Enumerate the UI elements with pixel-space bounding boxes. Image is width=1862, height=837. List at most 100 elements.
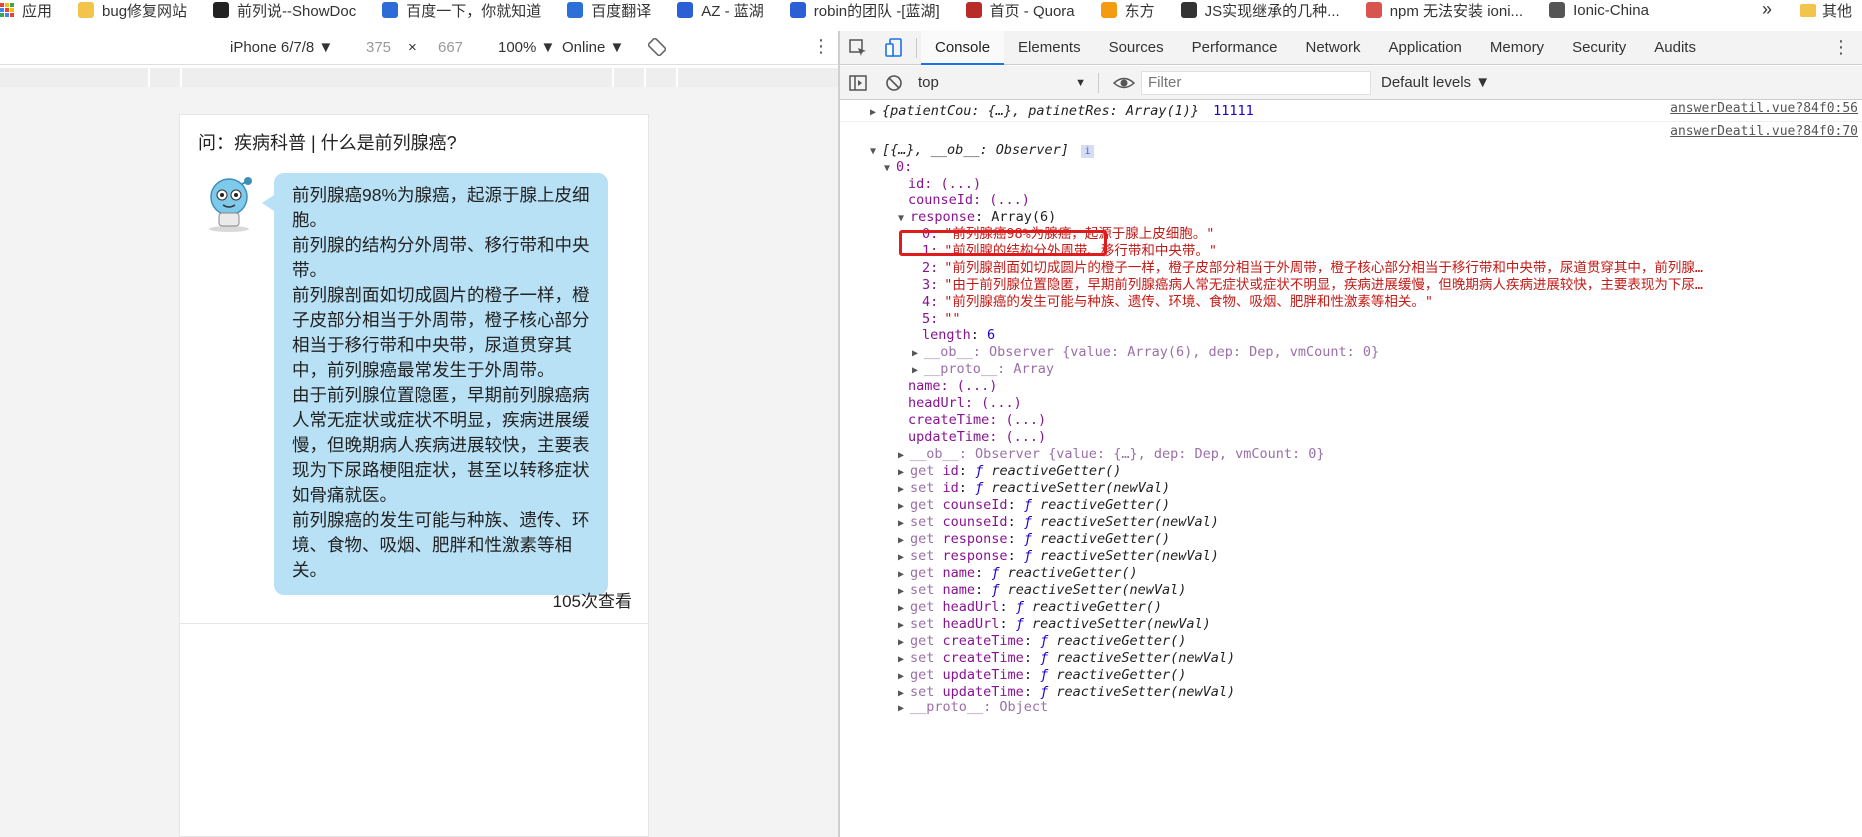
item-string: "前列腺剖面如切成圆片的橙子一样，橙子皮部分相当于外周带，橙子核心部分相当于移行… bbox=[944, 260, 1704, 276]
array-item: 4: "前列腺癌的发生可能与种族、遗传、环境、食物、吸烟、肥胖和性激素等相关。" bbox=[922, 292, 1433, 312]
prop-response-value: : Array(6) bbox=[975, 209, 1057, 225]
bookmark-other-folder[interactable]: 其他 bbox=[1800, 0, 1852, 20]
log-levels-select[interactable]: Default levels ▼ bbox=[1381, 74, 1490, 91]
expand-triangle-icon[interactable]: ▶ bbox=[870, 103, 882, 123]
bookmark-item[interactable]: 首页 - Quora bbox=[965, 0, 1075, 20]
source-link[interactable]: answerDeatil.vue?84f0:70 bbox=[1670, 124, 1858, 139]
bookmark-label: robin的团队 -[蓝湖] bbox=[813, 2, 940, 20]
devtools-menu-icon[interactable]: ⋮ bbox=[1832, 37, 1850, 58]
tab-application[interactable]: Application bbox=[1375, 31, 1476, 65]
more-options-icon[interactable]: ⋮ bbox=[812, 37, 830, 55]
lanhu-icon bbox=[677, 2, 694, 18]
device-select[interactable]: iPhone 6/7/8 ▼ bbox=[230, 39, 333, 56]
live-expression-eye-icon[interactable] bbox=[1112, 73, 1136, 93]
bookmark-label: 应用 bbox=[22, 2, 53, 20]
tab-performance[interactable]: Performance bbox=[1178, 31, 1292, 65]
bookmark-item[interactable]: 应用 bbox=[0, 0, 52, 20]
collapse-triangle-icon[interactable]: ▼ bbox=[898, 209, 910, 229]
accessor-fn: reactiveGetter() bbox=[1056, 633, 1187, 649]
tab-memory[interactable]: Memory bbox=[1476, 31, 1558, 65]
bookmark-item[interactable]: JS实现继承的几种... bbox=[1180, 0, 1340, 20]
expand-triangle-icon[interactable]: ▶ bbox=[898, 699, 910, 719]
function-icon: ƒ bbox=[1040, 650, 1057, 666]
accessor-prop: createTime bbox=[942, 633, 1024, 649]
translate-icon bbox=[567, 2, 584, 18]
device-toggle-icon[interactable] bbox=[884, 37, 904, 58]
function-icon: ƒ bbox=[1040, 633, 1057, 649]
tab-console[interactable]: Console bbox=[921, 30, 1005, 65]
accessor-kind: get bbox=[910, 463, 935, 479]
device-height-input[interactable]: 667 bbox=[438, 39, 463, 56]
network-throttle-select[interactable]: Online ▼ bbox=[562, 39, 624, 56]
inspect-element-icon[interactable] bbox=[848, 38, 868, 58]
tab-audits[interactable]: Audits bbox=[1640, 31, 1710, 65]
item-string: "前列腺癌的发生可能与种族、遗传、环境、食物、吸烟、肥胖和性激素等相关。" bbox=[944, 294, 1434, 310]
devtools-tab-bar: Console Elements Sources Performance Network… bbox=[840, 30, 1862, 65]
accessor-kind: set bbox=[910, 480, 935, 496]
tab-network[interactable]: Network bbox=[1291, 31, 1374, 65]
bookmark-item[interactable]: Ionic-China bbox=[1549, 0, 1649, 20]
info-icon: i bbox=[1081, 145, 1095, 158]
bookmark-item[interactable]: robin的团队 -[蓝湖] bbox=[789, 0, 940, 20]
apps-grid-icon bbox=[0, 3, 14, 17]
array-index: 0: bbox=[896, 159, 913, 175]
source-link[interactable]: answerDeatil.vue?84f0:56 bbox=[1670, 101, 1858, 116]
context-select[interactable]: top ▼ bbox=[912, 71, 1092, 95]
context-label: top bbox=[918, 73, 939, 91]
function-icon: ƒ bbox=[1023, 497, 1041, 513]
accessor-prop: counseId bbox=[942, 497, 1008, 513]
accessor-fn: reactiveGetter() bbox=[1007, 565, 1138, 581]
tab-elements[interactable]: Elements bbox=[1004, 31, 1095, 65]
collapse-triangle-icon[interactable]: ▼ bbox=[870, 142, 882, 162]
accessor-fn: reactiveSetter(newVal) bbox=[1007, 582, 1187, 598]
accessor-kind: get bbox=[910, 497, 935, 513]
bookmark-label: Ionic-China bbox=[1573, 1, 1649, 19]
tab-sources[interactable]: Sources bbox=[1095, 31, 1178, 65]
bookmark-page-icon bbox=[1180, 2, 1197, 18]
bookmark-label: JS实现继承的几种... bbox=[1204, 2, 1340, 20]
device-width-input[interactable]: 375 bbox=[366, 39, 391, 56]
accessor-fn: reactiveSetter(newVal) bbox=[1040, 548, 1219, 564]
bookmark-label: AZ - 蓝湖 bbox=[701, 2, 764, 20]
function-icon: ƒ bbox=[1015, 616, 1032, 632]
rotate-icon[interactable] bbox=[647, 37, 667, 60]
console-filter-input[interactable] bbox=[1141, 70, 1371, 95]
tab-security[interactable]: Security bbox=[1558, 31, 1640, 65]
zoom-select[interactable]: 100% ▼ bbox=[498, 39, 555, 56]
accessor-kind: set bbox=[910, 514, 935, 530]
item-index: 2: bbox=[922, 260, 939, 276]
sidebar-toggle-icon[interactable] bbox=[848, 73, 868, 93]
function-icon: ƒ bbox=[1023, 514, 1041, 530]
dimension-separator: × bbox=[408, 39, 417, 56]
accessor-fn: reactiveGetter() bbox=[1056, 667, 1187, 683]
function-icon: ƒ bbox=[975, 463, 992, 479]
jianshu-icon bbox=[1365, 2, 1382, 18]
folder-icon bbox=[78, 2, 95, 18]
accessor-prop: headUrl bbox=[942, 616, 1000, 632]
accessor-fn: reactiveSetter(newVal) bbox=[1040, 514, 1219, 530]
prop-createTime: createTime: (...) bbox=[908, 412, 1047, 428]
bookmark-item[interactable]: AZ - 蓝湖 bbox=[677, 0, 764, 20]
collapse-triangle-icon[interactable]: ▼ bbox=[884, 159, 896, 179]
lanhu-icon bbox=[789, 2, 806, 18]
bookmark-item[interactable]: 前列说--ShowDoc bbox=[213, 0, 356, 20]
globe-icon bbox=[1549, 2, 1566, 18]
tree-node[interactable]: ▶ __proto__: Object bbox=[898, 697, 1048, 717]
bookmark-item[interactable]: npm 无法安装 ioni... bbox=[1365, 0, 1523, 20]
bookmark-item[interactable]: 百度一下，你就知道 bbox=[382, 0, 541, 20]
clear-console-icon[interactable] bbox=[884, 73, 904, 93]
accessor-prop: response bbox=[942, 531, 1008, 547]
console-log-row[interactable]: ▶ {patientCou: {…}, patinetRes: Array(1)}… bbox=[870, 101, 1254, 121]
accessor-prop: name bbox=[942, 582, 976, 598]
accessor-fn: reactiveGetter() bbox=[1040, 497, 1171, 513]
media-query-ruler[interactable] bbox=[0, 68, 838, 87]
bookmarks-overflow-chevron[interactable]: » bbox=[1762, 0, 1772, 18]
view-count: 105次查看 bbox=[552, 592, 632, 611]
prop-updateTime: updateTime: (...) bbox=[908, 429, 1047, 445]
bookmark-item[interactable]: 东方 bbox=[1100, 0, 1155, 20]
bookmark-label: 百度翻译 bbox=[591, 2, 652, 20]
bookmark-item[interactable]: bug修复网站 bbox=[78, 0, 187, 20]
bookmark-item[interactable]: 百度翻译 bbox=[567, 0, 651, 20]
accessor-fn: reactiveSetter(newVal) bbox=[1056, 684, 1236, 700]
accessor-kind: get bbox=[910, 531, 935, 547]
